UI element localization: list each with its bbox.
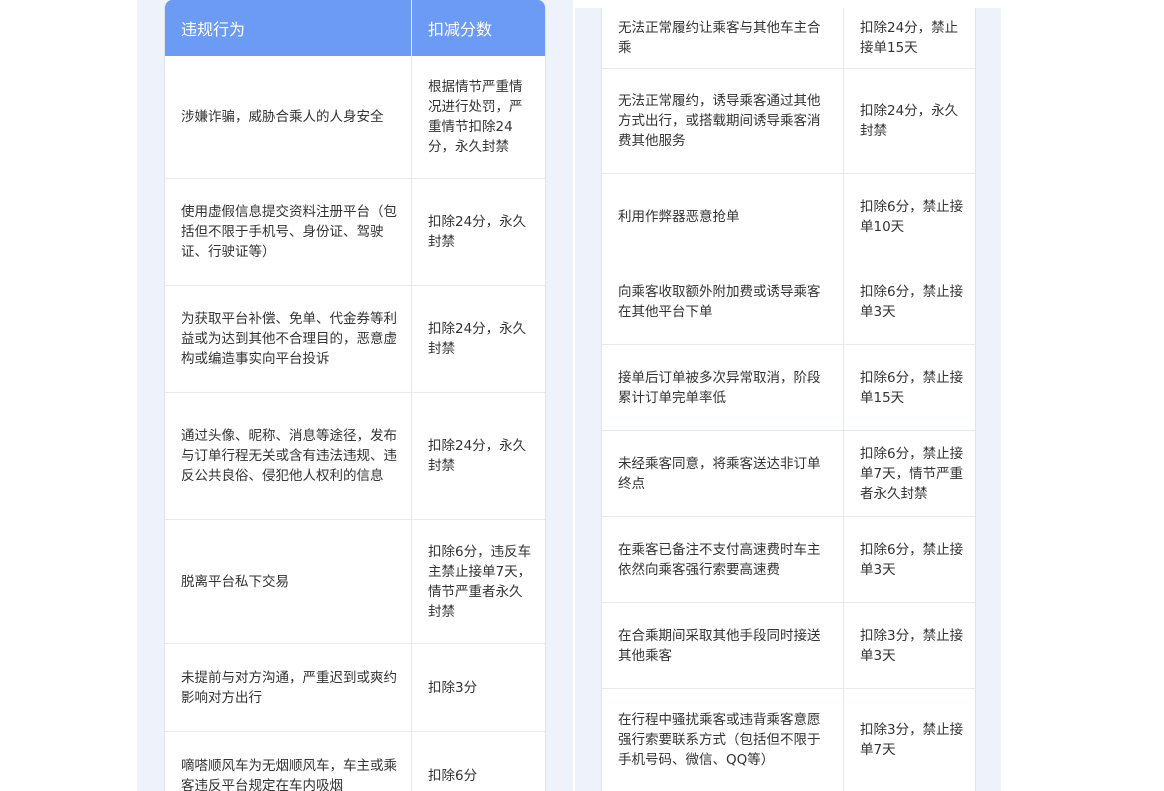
deduction-cell: 扣除24分，永久封禁	[411, 393, 545, 519]
behavior-cell: 通过头像、昵称、消息等途径，发布与订单行程无关或含有违法违规、违反公共良俗、侵犯…	[181, 428, 397, 484]
deduction-cell: 扣除6分，禁止接单10天	[843, 174, 975, 259]
header-deduction: 扣减分数	[411, 0, 545, 56]
table-row: 嘀嗒顺风车为无烟顺风车，车主或乘客违反平台规定在车内吸烟 扣除6分	[165, 731, 545, 791]
behavior-cell: 无法正常履约，诱导乘客通过其他方式出行，或搭载期间诱导乘客消费其他服务	[618, 93, 821, 149]
behavior-cell: 在行程中骚扰乘客或违背乘客意愿强行索要联系方式（包括但不限于手机号码、微信、QQ…	[618, 712, 821, 768]
table-row: 涉嫌诈骗，威胁合乘人的人身安全 根据情节严重情况进行处罚，严重情节扣除24分，永…	[165, 56, 545, 178]
deduction-cell: 扣除24分，永久封禁	[411, 286, 545, 392]
page: 违规行为 扣减分数 涉嫌诈骗，威胁合乘人的人身安全 根据情节严重情况进行处罚，严…	[0, 0, 1164, 791]
behavior-cell: 利用作弊器恶意抢单	[618, 208, 740, 225]
table-row: 使用虚假信息提交资料注册平台（包括但不限于手机号、身份证、驾驶证、行驶证等） 扣…	[165, 178, 545, 285]
behavior-cell: 向乘客收取额外附加费或诱导乘客在其他平台下单	[618, 283, 821, 320]
behavior-cell: 在乘客已备注不支付高速费时车主依然向乘客强行索要高速费	[618, 541, 821, 578]
table-row: 利用作弊器恶意抢单 扣除6分，禁止接单10天	[602, 173, 975, 259]
behavior-cell: 未提前与对方沟通，严重迟到或爽约影响对方出行	[181, 669, 397, 706]
table-row: 未经乘客同意，将乘客送达非订单终点 扣除6分，禁止接单7天，情节严重者永久封禁	[602, 430, 975, 516]
table-row: 在行程中骚扰乘客或违背乘客意愿强行索要联系方式（包括但不限于手机号码、微信、QQ…	[602, 688, 975, 791]
deduction-cell: 扣除6分，禁止接单3天	[843, 517, 975, 602]
behavior-cell: 在合乘期间采取其他手段同时接送其他乘客	[618, 627, 821, 664]
behavior-cell: 嘀嗒顺风车为无烟顺风车，车主或乘客违反平台规定在车内吸烟	[181, 757, 397, 791]
table-row: 向乘客收取额外附加费或诱导乘客在其他平台下单 扣除6分，禁止接单3天	[602, 259, 975, 344]
behavior-cell: 脱离平台私下交易	[181, 573, 289, 590]
behavior-cell: 接单后订单被多次异常取消，阶段累计订单完单率低	[618, 369, 821, 406]
table-row: 接单后订单被多次异常取消，阶段累计订单完单率低 扣除6分，禁止接单15天	[602, 344, 975, 430]
behavior-cell: 无法正常履约让乘客与其他车主合乘	[618, 20, 821, 56]
table-row: 通过头像、昵称、消息等途径，发布与订单行程无关或含有违法违规、违反公共良俗、侵犯…	[165, 392, 545, 519]
deduction-cell: 扣除3分，禁止接单3天	[843, 603, 975, 688]
right-violation-table: 无法正常履约让乘客与其他车主合乘 扣除24分，禁止接单15天 无法正常履约，诱导…	[601, 8, 976, 791]
table-row: 脱离平台私下交易 扣除6分，违反车主禁止接单7天，情节严重者永久封禁	[165, 519, 545, 643]
table-row: 为获取平台补偿、免单、代金券等利益或为达到其他不合理目的，恶意虚构或编造事实向平…	[165, 285, 545, 392]
deduction-cell: 扣除6分，禁止接单15天	[843, 345, 975, 430]
header-behavior: 违规行为	[181, 20, 246, 39]
deduction-cell: 扣除24分，禁止接单15天	[843, 8, 975, 68]
deduction-cell: 扣除6分，违反车主禁止接单7天，情节严重者永久封禁	[411, 520, 545, 643]
left-violation-table: 违规行为 扣减分数 涉嫌诈骗，威胁合乘人的人身安全 根据情节严重情况进行处罚，严…	[164, 0, 546, 791]
deduction-cell: 扣除6分，禁止接单7天，情节严重者永久封禁	[843, 431, 975, 516]
table-row: 无法正常履约，诱导乘客通过其他方式出行，或搭载期间诱导乘客消费其他服务 扣除24…	[602, 68, 975, 173]
behavior-cell: 涉嫌诈骗，威胁合乘人的人身安全	[181, 109, 384, 125]
deduction-cell: 扣除6分，禁止接单3天	[843, 259, 975, 344]
behavior-cell: 未经乘客同意，将乘客送达非订单终点	[618, 455, 821, 492]
deduction-cell: 扣除24分，永久封禁	[843, 69, 975, 173]
deduction-cell: 扣除3分	[411, 644, 545, 731]
table-row: 在乘客已备注不支付高速费时车主依然向乘客强行索要高速费 扣除6分，禁止接单3天	[602, 516, 975, 602]
deduction-cell: 扣除6分	[411, 732, 545, 791]
table-row: 在合乘期间采取其他手段同时接送其他乘客 扣除3分，禁止接单3天	[602, 602, 975, 688]
deduction-cell: 扣除24分，永久封禁	[411, 179, 545, 285]
deduction-cell: 扣除3分，禁止接单7天	[843, 689, 975, 791]
deduction-cell: 根据情节严重情况进行处罚，严重情节扣除24分，永久封禁	[411, 56, 545, 178]
table-header: 违规行为 扣减分数	[165, 0, 545, 56]
table-row: 未提前与对方沟通，严重迟到或爽约影响对方出行 扣除3分	[165, 643, 545, 731]
behavior-cell: 为获取平台补偿、免单、代金券等利益或为达到其他不合理目的，恶意虚构或编造事实向平…	[181, 311, 397, 367]
table-row: 无法正常履约让乘客与其他车主合乘 扣除24分，禁止接单15天	[602, 8, 975, 68]
behavior-cell: 使用虚假信息提交资料注册平台（包括但不限于手机号、身份证、驾驶证、行驶证等）	[181, 204, 397, 260]
